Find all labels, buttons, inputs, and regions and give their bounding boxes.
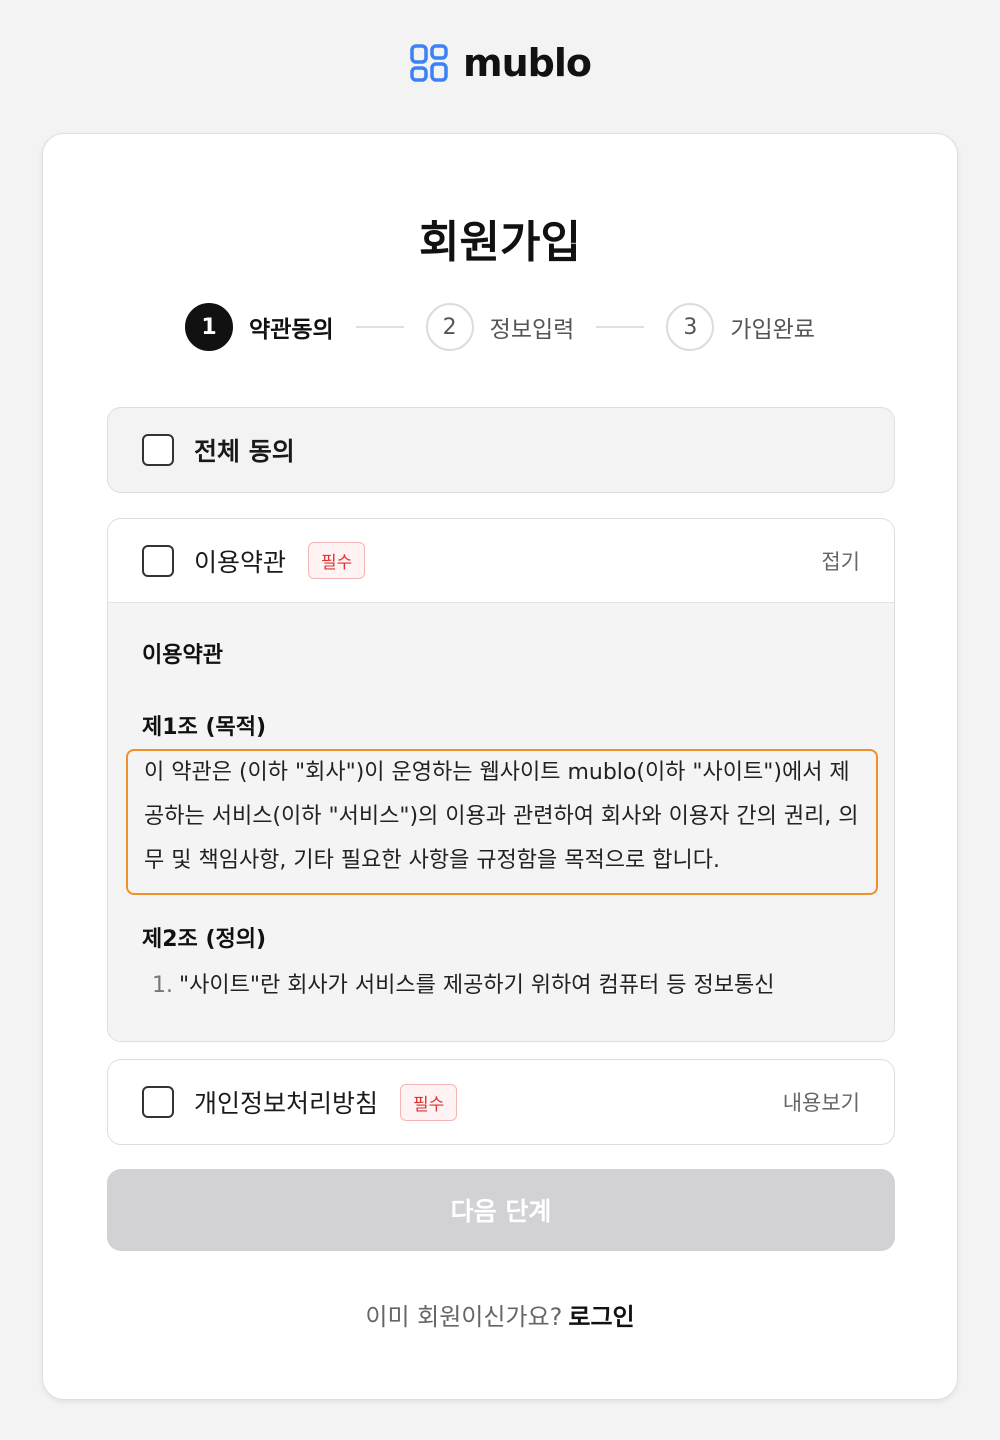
list-item-number: 1.: [152, 973, 173, 998]
privacy-label[interactable]: 개인정보처리방침: [194, 1084, 378, 1120]
step-divider: [596, 326, 645, 328]
signup-card: 회원가입 1 약관동의 2 정보입력 3 가입완료 전체 동의 이용약관 필수 …: [42, 133, 958, 1400]
privacy-header[interactable]: 개인정보처리방침 필수 내용보기: [108, 1060, 894, 1144]
step-3-number: 3: [666, 303, 715, 351]
login-prompt-row: 이미 회원이신가요? 로그인: [43, 1297, 957, 1332]
terms-checkbox[interactable]: [142, 544, 174, 577]
terms-content-title: 이용약관: [142, 643, 223, 668]
step-divider: [355, 326, 404, 328]
terms-label[interactable]: 이용약관: [194, 543, 286, 579]
brand-logo[interactable]: mublo: [0, 40, 1000, 86]
next-step-button[interactable]: 다음 단계: [107, 1169, 895, 1251]
terms-collapse-link[interactable]: 접기: [821, 546, 860, 576]
article-2-title: 제2조 (정의): [142, 927, 267, 952]
login-link[interactable]: 로그인: [568, 1303, 634, 1331]
step-2-number: 2: [425, 303, 474, 351]
agree-all-row[interactable]: 전체 동의: [108, 408, 894, 492]
article-1-text: 이 약관은 (이하 "회사")이 운영하는 웹사이트 mublo(이하 "사이트…: [126, 749, 878, 895]
article-1-title: 제1조 (목적): [142, 715, 267, 740]
agree-all-checkbox[interactable]: [142, 434, 174, 466]
privacy-checkbox[interactable]: [142, 1086, 174, 1118]
privacy-box: 개인정보처리방침 필수 내용보기: [107, 1059, 895, 1145]
terms-required-badge: 필수: [308, 542, 366, 579]
grid-logo-icon: [410, 44, 448, 82]
login-prompt: 이미 회원이신가요?: [365, 1303, 563, 1331]
terms-content-scroll[interactable]: 이용약관 제1조 (목적) 이 약관은 (이하 "회사")이 운영하는 웹사이트…: [108, 603, 894, 1041]
privacy-view-link[interactable]: 내용보기: [783, 1087, 860, 1117]
step-3-label: 가입완료: [730, 317, 815, 343]
list-item: 1. "사이트"란 회사가 서비스를 제공하기 위하여 컴퓨터 등 정보통신: [142, 967, 860, 999]
step-1-number: 1: [185, 303, 234, 351]
brand-name: mublo: [463, 41, 592, 85]
agree-all-box[interactable]: 전체 동의: [107, 407, 895, 493]
terms-header[interactable]: 이용약관 필수 접기: [108, 519, 894, 603]
step-1: 1 약관동의: [185, 303, 334, 351]
terms-box: 이용약관 필수 접기 이용약관 제1조 (목적) 이 약관은 (이하 "회사")…: [107, 518, 895, 1042]
privacy-required-badge: 필수: [400, 1083, 458, 1121]
step-2-label: 정보입력: [489, 317, 575, 343]
step-2: 2 정보입력: [425, 303, 575, 351]
step-1-label: 약관동의: [249, 317, 334, 343]
page-title: 회원가입: [419, 217, 581, 268]
step-indicator: 1 약관동의 2 정보입력 3 가입완료: [43, 302, 957, 352]
agree-all-label[interactable]: 전체 동의: [194, 432, 295, 468]
list-item-text: "사이트"란 회사가 서비스를 제공하기 위하여 컴퓨터 등 정보통신: [179, 973, 775, 998]
step-3: 3 가입완료: [666, 303, 815, 351]
